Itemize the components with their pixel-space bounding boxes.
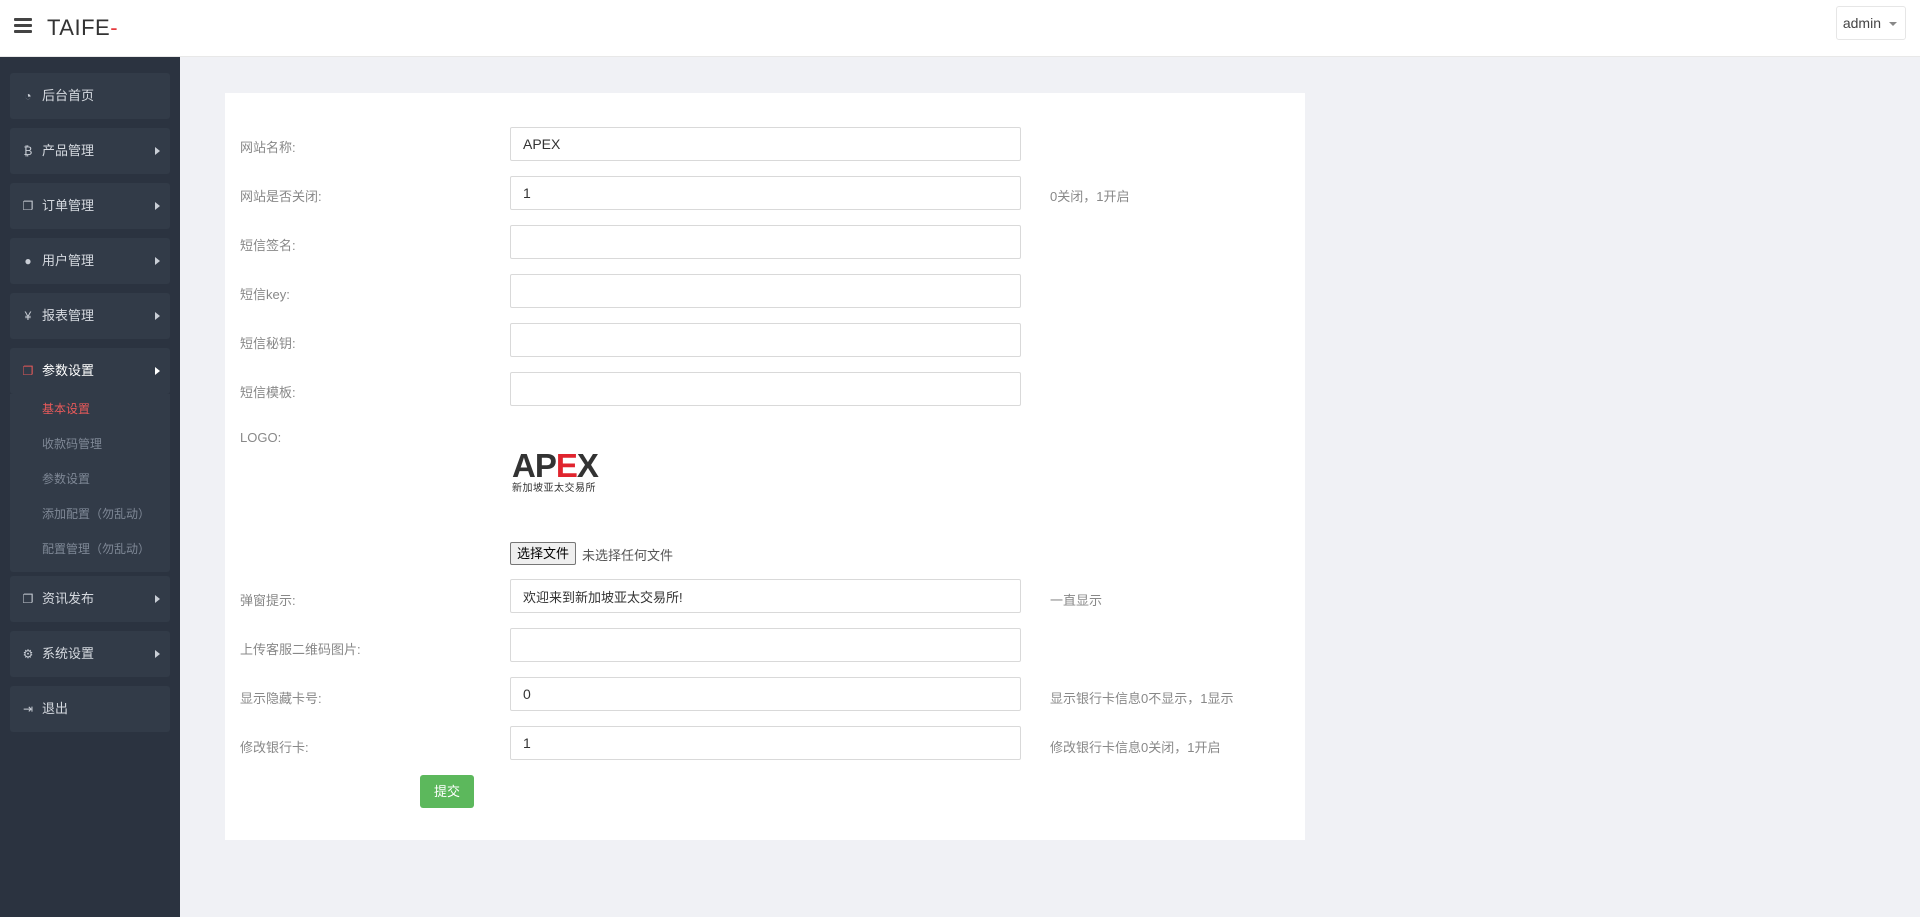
chevron-down-icon — [1889, 22, 1897, 26]
sidebar-item-label: 系统设置 — [42, 646, 95, 661]
copy-icon: ❐ — [22, 364, 34, 378]
submenu-item-config-manage[interactable]: 配置管理（勿乱动） — [42, 540, 150, 557]
gears-icon: ⚙ — [22, 647, 34, 661]
field-label: 上传客服二维码图片: — [240, 642, 361, 657]
popup-message-input[interactable] — [510, 579, 1021, 613]
site-name-input[interactable] — [510, 127, 1021, 161]
logo-wordmark: APEX — [512, 447, 599, 484]
sidebar-item-label: 产品管理 — [42, 143, 95, 158]
sidebar-item-label: 资讯发布 — [42, 591, 95, 606]
field-hint: 显示银行卡信息0不显示，1显示 — [1050, 691, 1234, 706]
site-closed-input[interactable] — [510, 176, 1021, 210]
copy-icon: ❐ — [22, 592, 34, 606]
sidebar-item-label: 退出 — [42, 701, 69, 716]
field-label: 网站名称: — [240, 140, 296, 155]
sidebar-item-label: 用户管理 — [42, 253, 95, 268]
file-status-text: 未选择任何文件 — [582, 548, 674, 563]
top-bar: TAIFE- admin — [0, 0, 1920, 57]
sidebar-item-dashboard[interactable]: ◔ 后台首页 — [10, 73, 170, 119]
user-name: admin — [1842, 15, 1881, 31]
sidebar-item-products[interactable]: ₿ 产品管理 — [10, 128, 170, 174]
sidebar: ◔ 后台首页 ₿ 产品管理 ❐ 订单管理 ● 用户管理 ¥ 报表管理 ❐ 参数设… — [0, 57, 180, 917]
sidebar-item-news[interactable]: ❐ 资讯发布 — [10, 576, 170, 622]
chevron-right-icon — [155, 595, 160, 603]
field-label: 网站是否关闭: — [240, 189, 322, 204]
sidebar-item-label: 报表管理 — [42, 308, 95, 323]
edit-bank-card-input[interactable] — [510, 726, 1021, 760]
chevron-right-icon — [155, 257, 160, 265]
menu-toggle-icon[interactable] — [14, 18, 32, 34]
submenu-item-add-config[interactable]: 添加配置（勿乱动） — [42, 505, 150, 522]
brand-suffix: - — [110, 15, 119, 40]
chevron-right-icon — [155, 147, 160, 155]
field-hint: 修改银行卡信息0关闭，1开启 — [1050, 740, 1221, 755]
submenu-item-basic-settings[interactable]: 基本设置 — [42, 400, 90, 417]
logo-preview: APEX 新加坡亚太交易所 — [512, 449, 608, 499]
sidebar-item-system[interactable]: ⚙ 系统设置 — [10, 631, 170, 677]
sign-out-icon: ⇥ — [22, 702, 34, 716]
field-label: 短信秘钥: — [240, 336, 296, 351]
settings-form-panel: 网站名称: 网站是否关闭: 0关闭，1开启 短信签名: 短信key: 短信秘钥:… — [225, 93, 1305, 840]
chevron-right-icon — [155, 312, 160, 320]
brand-name: TAIFE — [47, 15, 111, 40]
choose-file-button[interactable]: 选择文件 — [510, 542, 577, 565]
sms-signature-input[interactable] — [510, 225, 1021, 259]
sms-template-input[interactable] — [510, 372, 1021, 406]
sidebar-item-label: 后台首页 — [42, 88, 95, 103]
field-label: 显示隐藏卡号: — [240, 691, 322, 706]
field-label: 短信签名: — [240, 238, 296, 253]
sms-key-input[interactable] — [510, 274, 1021, 308]
user-icon: ● — [24, 254, 32, 268]
submenu-item-param-settings[interactable]: 参数设置 — [42, 470, 90, 487]
params-submenu: 基本设置 收款码管理 参数设置 添加配置（勿乱动） 配置管理（勿乱动） — [10, 394, 170, 572]
logo-subtitle: 新加坡亚太交易所 — [512, 483, 596, 494]
field-hint: 0关闭，1开启 — [1050, 189, 1130, 204]
sidebar-item-logout[interactable]: ⇥ 退出 — [10, 686, 170, 732]
yen-icon: ¥ — [24, 309, 32, 323]
dashboard-icon: ◔ — [24, 89, 32, 103]
field-label: 弹窗提示: — [240, 593, 296, 608]
sidebar-item-label: 订单管理 — [42, 198, 95, 213]
sidebar-item-orders[interactable]: ❐ 订单管理 — [10, 183, 170, 229]
sidebar-item-reports[interactable]: ¥ 报表管理 — [10, 293, 170, 339]
bitcoin-icon: ₿ — [23, 144, 33, 158]
sms-secret-input[interactable] — [510, 323, 1021, 357]
qr-code-upload-input[interactable] — [510, 628, 1021, 662]
copy-icon: ❐ — [22, 199, 34, 213]
submenu-item-payment-codes[interactable]: 收款码管理 — [42, 435, 102, 452]
field-label: LOGO: — [240, 430, 282, 445]
chevron-right-icon — [155, 367, 160, 375]
field-label: 修改银行卡: — [240, 740, 309, 755]
chevron-right-icon — [155, 650, 160, 658]
hide-card-number-input[interactable] — [510, 677, 1021, 711]
user-dropdown[interactable]: admin — [1835, 6, 1906, 40]
field-label: 短信key: — [240, 287, 290, 302]
field-hint: 一直显示 — [1050, 593, 1103, 608]
submit-button[interactable]: 提交 — [420, 775, 474, 808]
sidebar-item-label: 参数设置 — [42, 363, 95, 378]
sidebar-item-users[interactable]: ● 用户管理 — [10, 238, 170, 284]
field-label: 短信模板: — [240, 385, 296, 400]
sidebar-item-params[interactable]: ❐ 参数设置 — [10, 348, 170, 394]
chevron-right-icon — [155, 202, 160, 210]
brand-logo: TAIFE- — [47, 15, 118, 41]
